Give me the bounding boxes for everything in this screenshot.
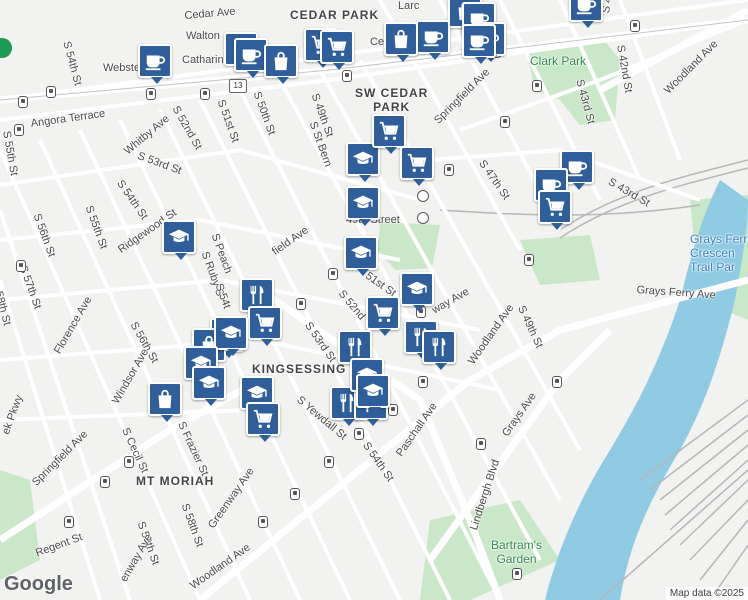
transit-stop-icon[interactable]	[14, 124, 24, 136]
transit-stop-icon[interactable]	[146, 88, 156, 100]
station-icon[interactable]	[417, 212, 429, 224]
ce-label: Ce	[370, 36, 385, 48]
transit-stop-icon[interactable]	[418, 376, 428, 388]
school-icon	[350, 242, 372, 264]
cup-icon	[422, 26, 444, 48]
bartrams-garden-label: Bartram's Garden	[491, 538, 542, 566]
cup-icon	[144, 50, 166, 72]
place-marker[interactable]	[214, 316, 248, 356]
cart-icon	[378, 120, 400, 142]
transit-stop-icon[interactable]	[500, 116, 510, 128]
place-marker[interactable]	[372, 114, 406, 154]
cart-icon	[252, 408, 274, 430]
school-icon	[406, 278, 428, 300]
map-attribution[interactable]: Map data ©2025	[665, 587, 748, 600]
cedar-park-label: CEDAR PARK	[290, 8, 380, 22]
transit-stop-icon[interactable]	[354, 428, 364, 440]
place-marker[interactable]	[248, 306, 282, 346]
transit-stop-icon[interactable]	[124, 456, 134, 468]
place-marker[interactable]	[320, 30, 354, 70]
transit-stop-icon[interactable]	[258, 516, 268, 528]
kingsessing-label: KINGSESSING	[252, 362, 347, 376]
school-icon	[220, 322, 242, 344]
school-icon	[352, 192, 374, 214]
school-icon	[352, 148, 374, 170]
bag-icon	[270, 50, 292, 72]
transit-stop-icon[interactable]	[444, 164, 454, 176]
place-marker[interactable]	[422, 330, 456, 370]
transit-stop-icon[interactable]	[18, 96, 28, 108]
cup-icon	[240, 44, 262, 66]
place-marker[interactable]	[246, 402, 280, 442]
school-icon	[168, 226, 190, 248]
cup-icon	[575, 0, 597, 16]
cart-icon	[254, 312, 276, 334]
transit-stop-icon[interactable]	[16, 260, 26, 272]
place-marker[interactable]	[356, 374, 390, 414]
place-marker[interactable]	[384, 22, 418, 62]
catharin-label: Catharin	[182, 54, 224, 66]
transit-stop-icon[interactable]	[524, 254, 534, 266]
clark-park-label: Clark Park	[530, 54, 587, 68]
transit-stop-icon[interactable]	[324, 456, 334, 468]
place-marker[interactable]	[162, 220, 196, 260]
cart-icon	[406, 152, 428, 174]
route-13-shield: 13	[229, 79, 247, 93]
transit-stop-icon[interactable]	[342, 70, 352, 82]
place-marker[interactable]	[264, 44, 298, 84]
transit-stop-icon[interactable]	[328, 268, 338, 280]
place-marker[interactable]	[400, 146, 434, 186]
utensils-icon	[246, 284, 268, 306]
transit-stop-icon[interactable]	[46, 86, 56, 98]
cup-icon	[468, 30, 490, 52]
place-marker[interactable]	[148, 382, 182, 422]
transit-stop-icon[interactable]	[512, 568, 522, 580]
transit-stop-icon[interactable]	[64, 516, 74, 528]
transit-stop-icon[interactable]	[532, 80, 542, 92]
transit-stop-icon[interactable]	[100, 476, 110, 488]
bag-icon	[390, 28, 412, 50]
larc-label: Larc	[398, 0, 420, 12]
place-marker[interactable]	[416, 20, 450, 60]
bag-icon	[154, 388, 176, 410]
map-canvas[interactable]: Cedar Ave CEDAR PARK Walton Catharin Web…	[0, 0, 748, 600]
transit-stop-icon[interactable]	[290, 488, 300, 500]
transit-stop-icon[interactable]	[296, 298, 306, 310]
place-marker[interactable]	[346, 186, 380, 226]
school-icon	[362, 380, 384, 402]
place-marker[interactable]	[462, 24, 496, 64]
utensils-icon	[344, 336, 366, 358]
school-icon	[198, 372, 220, 394]
place-marker[interactable]	[234, 38, 268, 78]
place-marker[interactable]	[192, 366, 226, 406]
cup-icon	[566, 156, 588, 178]
mt-moriah-label: MT MORIAH	[136, 474, 215, 488]
utensils-icon	[428, 336, 450, 358]
station-icon[interactable]	[417, 190, 429, 202]
cart-icon	[372, 302, 394, 324]
place-marker[interactable]	[538, 190, 572, 230]
transit-stop-icon[interactable]	[630, 20, 640, 32]
place-marker[interactable]	[138, 44, 172, 84]
cart-icon	[326, 36, 348, 58]
place-marker[interactable]	[569, 0, 603, 28]
place-marker[interactable]	[344, 236, 378, 276]
cart-icon	[544, 196, 566, 218]
transit-stop-icon[interactable]	[552, 376, 562, 388]
google-logo: Google	[4, 573, 73, 595]
sw-cedar-park-label: SW CEDAR PARK	[355, 86, 429, 114]
transit-stop-icon[interactable]	[200, 88, 210, 100]
place-marker[interactable]	[400, 272, 434, 312]
place-marker[interactable]	[366, 296, 400, 336]
school-icon	[246, 382, 268, 404]
walton-label: Walton	[186, 30, 220, 42]
transit-stop-icon[interactable]	[476, 438, 486, 450]
grays-ferry-crescent-label: Grays Ferr Crescen Trail Par	[690, 232, 748, 274]
